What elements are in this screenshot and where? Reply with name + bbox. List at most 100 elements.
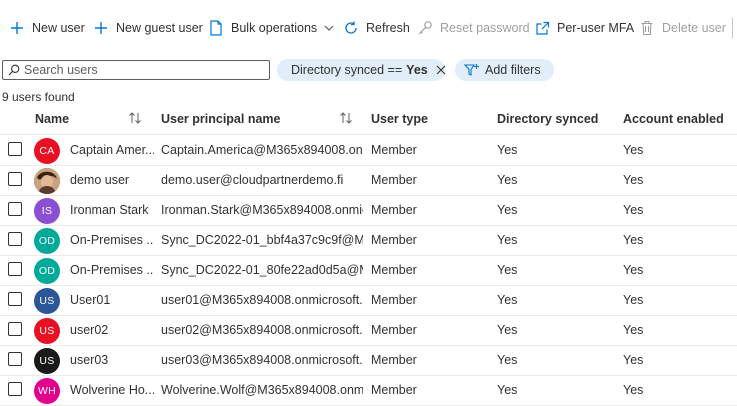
user-principal-name: user02@M365x894008.onmicrosoft.c... (161, 323, 363, 337)
per-user-mfa-button[interactable]: Per-user MFA (533, 12, 634, 44)
row-checkbox[interactable] (8, 232, 22, 246)
table-row[interactable]: US user02 user02@M365x894008.onmicrosoft.c… (0, 315, 737, 346)
avatar: CA (34, 138, 60, 164)
user-type: Member (371, 293, 417, 307)
new-guest-user-button[interactable]: New guest user (92, 12, 203, 44)
user-name-link[interactable]: demo user (70, 165, 154, 195)
user-type: Member (371, 263, 417, 277)
directory-synced: Yes (497, 233, 518, 247)
table-row[interactable]: IS Ironman Stark Ironman.Stark@M365x894008… (0, 195, 737, 226)
user-type: Member (371, 173, 417, 187)
new-guest-user-label: New guest user (116, 21, 203, 35)
user-principal-name: Ironman.Stark@M365x894008.onmic... (161, 203, 363, 217)
row-checkbox[interactable] (8, 382, 22, 396)
column-name-label: Name (35, 112, 70, 126)
reset-password-label: Reset password (440, 21, 530, 35)
account-enabled: Yes (623, 233, 644, 247)
per-user-mfa-label: Per-user MFA (557, 21, 635, 35)
toolbar-divider (732, 18, 733, 38)
table-row[interactable]: OD On-Premises ... Sync_DC2022-01_bbf4a37c… (0, 225, 737, 256)
user-name-link[interactable]: user02 (70, 315, 154, 345)
chevron-down-icon (324, 25, 334, 31)
sort-icon[interactable] (128, 112, 142, 124)
column-header-upn[interactable]: User principal name (161, 104, 281, 134)
column-synced-label: Directory synced (497, 112, 599, 126)
add-filter-icon (464, 63, 485, 77)
row-checkbox[interactable] (8, 292, 22, 306)
new-user-button[interactable]: New user (8, 12, 85, 44)
refresh-button[interactable]: Refresh (342, 12, 410, 44)
user-name-link[interactable]: user03 (70, 345, 154, 375)
user-principal-name: user03@M365x894008.onmicrosoft.c... (161, 353, 363, 367)
column-header-name[interactable]: Name (35, 104, 69, 134)
row-checkbox[interactable] (8, 142, 22, 156)
reset-password-button[interactable]: Reset password (416, 12, 530, 44)
table-row[interactable]: US user03 user03@M365x894008.onmicrosoft.c… (0, 345, 737, 376)
account-enabled: Yes (623, 173, 644, 187)
directory-synced: Yes (497, 323, 518, 337)
account-enabled: Yes (623, 293, 644, 307)
refresh-icon (342, 19, 360, 37)
user-name-link[interactable]: On-Premises ... (70, 255, 154, 285)
avatar: OD (34, 228, 60, 254)
directory-synced: Yes (497, 143, 518, 157)
account-enabled: Yes (623, 203, 644, 217)
row-checkbox[interactable] (8, 262, 22, 276)
new-user-label: New user (32, 21, 85, 35)
table-row[interactable]: demo user demo.user@cloudpartnerdemo.fi Me… (0, 165, 737, 196)
row-checkbox[interactable] (8, 202, 22, 216)
column-type-label: User type (371, 112, 428, 126)
trash-icon (638, 19, 656, 37)
user-principal-name: Wolverine.Wolf@M365x894008.onmi... (161, 383, 363, 397)
table-row[interactable]: CA Captain Amer... Captain.America@M365x89… (0, 135, 737, 166)
close-icon[interactable] (436, 65, 446, 75)
account-enabled: Yes (623, 383, 644, 397)
user-type: Member (371, 143, 417, 157)
directory-synced: Yes (497, 383, 518, 397)
directory-synced: Yes (497, 353, 518, 367)
search-box[interactable] (2, 60, 270, 80)
column-upn-label: User principal name (161, 112, 281, 126)
add-filters-button[interactable]: Add filters (455, 59, 554, 81)
user-type: Member (371, 323, 417, 337)
user-principal-name: Sync_DC2022-01_80fe22ad0d5a@M3... (161, 263, 363, 277)
avatar (34, 168, 60, 194)
row-checkbox[interactable] (8, 322, 22, 336)
user-name-link[interactable]: Captain Amer... (70, 135, 154, 165)
avatar: IS (34, 198, 60, 224)
sort-icon[interactable] (339, 112, 353, 124)
directory-synced: Yes (497, 173, 518, 187)
user-type: Member (371, 203, 417, 217)
user-name-link[interactable]: User01 (70, 285, 154, 315)
table-row[interactable]: WH Wolverine Ho... Wolverine.Wolf@M365x894… (0, 375, 737, 406)
column-header-account-enabled[interactable]: Account enabled (623, 104, 724, 134)
row-checkbox[interactable] (8, 352, 22, 366)
external-link-icon (533, 19, 551, 37)
user-name-link[interactable]: Ironman Stark (70, 195, 154, 225)
column-header-user-type[interactable]: User type (371, 104, 428, 134)
account-enabled: Yes (623, 323, 644, 337)
command-bar: New user New guest user Bulk operations … (0, 12, 737, 44)
account-enabled: Yes (623, 263, 644, 277)
filter-pill-directory-synced[interactable]: Directory synced == Yes (277, 59, 446, 81)
avatar: US (34, 318, 60, 344)
delete-user-button[interactable]: Delete user (638, 12, 726, 44)
column-header-directory-synced[interactable]: Directory synced (497, 104, 598, 134)
add-filters-label: Add filters (485, 63, 541, 77)
delete-user-label: Delete user (662, 21, 726, 35)
search-input[interactable] (24, 63, 269, 77)
bulk-operations-button[interactable]: Bulk operations (207, 12, 334, 44)
directory-synced: Yes (497, 263, 518, 277)
plus-icon (8, 19, 26, 37)
user-name-link[interactable]: On-Premises ... (70, 225, 154, 255)
directory-synced: Yes (497, 203, 518, 217)
user-principal-name: Captain.America@M365x894008.on... (161, 143, 363, 157)
table-row[interactable]: US User01 user01@M365x894008.onmicrosoft.c… (0, 285, 737, 316)
user-principal-name: demo.user@cloudpartnerdemo.fi (161, 173, 344, 187)
user-type: Member (371, 233, 417, 247)
row-checkbox[interactable] (8, 172, 22, 186)
user-name-link[interactable]: Wolverine Ho... (70, 375, 154, 405)
table-row[interactable]: OD On-Premises ... Sync_DC2022-01_80fe22ad… (0, 255, 737, 286)
filter-value: Yes (406, 63, 428, 77)
avatar: OD (34, 258, 60, 284)
